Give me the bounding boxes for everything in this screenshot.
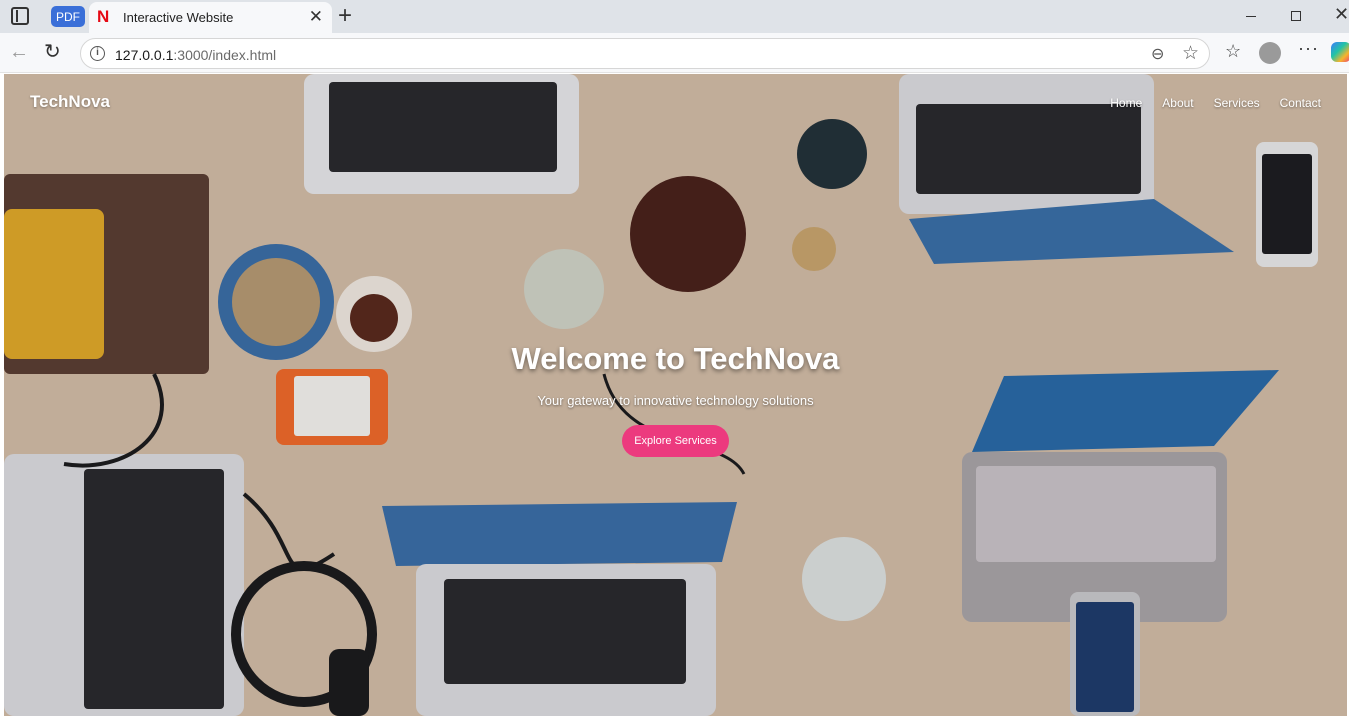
main-nav: Home About Services Contact [1110, 96, 1321, 110]
browser-toolbar: ← ↻ i 127.0.0.1:3000/index.html ⊖ ☆ ☆ ··… [0, 33, 1349, 73]
back-icon[interactable]: ← [9, 41, 29, 63]
tab-close-icon[interactable]: ✕ [309, 7, 323, 27]
hero-title: Welcome to TechNova [511, 341, 840, 376]
url-path: :3000/index.html [173, 47, 277, 63]
zoom-out-icon[interactable]: ⊖ [1151, 44, 1164, 64]
profile-avatar-icon[interactable] [1259, 42, 1281, 64]
maximize-icon[interactable] [1291, 11, 1301, 21]
tab-actions-icon[interactable] [11, 7, 29, 25]
tab-title: Interactive Website [123, 10, 234, 25]
nav-link-home[interactable]: Home [1110, 96, 1142, 110]
new-tab-button[interactable]: + [338, 2, 352, 30]
netflix-favicon-icon: N [97, 7, 110, 26]
tab-strip: PDF N Interactive Website ✕ + ✕ [0, 0, 1349, 33]
address-bar[interactable]: i 127.0.0.1:3000/index.html ⊖ ☆ [80, 38, 1210, 69]
site-info-icon[interactable]: i [90, 46, 105, 61]
copilot-icon[interactable] [1331, 42, 1349, 62]
add-favorite-star-icon[interactable]: ☆ [1182, 42, 1199, 65]
reload-icon[interactable]: ↻ [44, 41, 61, 63]
window-close-icon[interactable]: ✕ [1334, 4, 1349, 25]
more-options-icon[interactable]: ··· [1298, 38, 1319, 59]
site-logo[interactable]: TechNova [30, 92, 110, 112]
pdf-tab[interactable]: PDF [51, 6, 85, 27]
explore-services-button[interactable]: Explore Services [622, 425, 729, 457]
minimize-icon[interactable] [1246, 16, 1256, 17]
url-text[interactable]: 127.0.0.1:3000/index.html [115, 47, 276, 63]
hero-subtitle: Your gateway to innovative technology so… [537, 393, 814, 408]
nav-link-services[interactable]: Services [1214, 96, 1260, 110]
nav-link-contact[interactable]: Contact [1280, 96, 1321, 110]
active-tab[interactable]: N Interactive Website ✕ [89, 2, 332, 33]
url-host: 127.0.0.1 [115, 47, 174, 63]
page-viewport: TechNova Home About Services Contact Wel… [4, 74, 1347, 716]
nav-link-about[interactable]: About [1162, 96, 1193, 110]
favorites-icon[interactable]: ☆ [1225, 41, 1241, 62]
